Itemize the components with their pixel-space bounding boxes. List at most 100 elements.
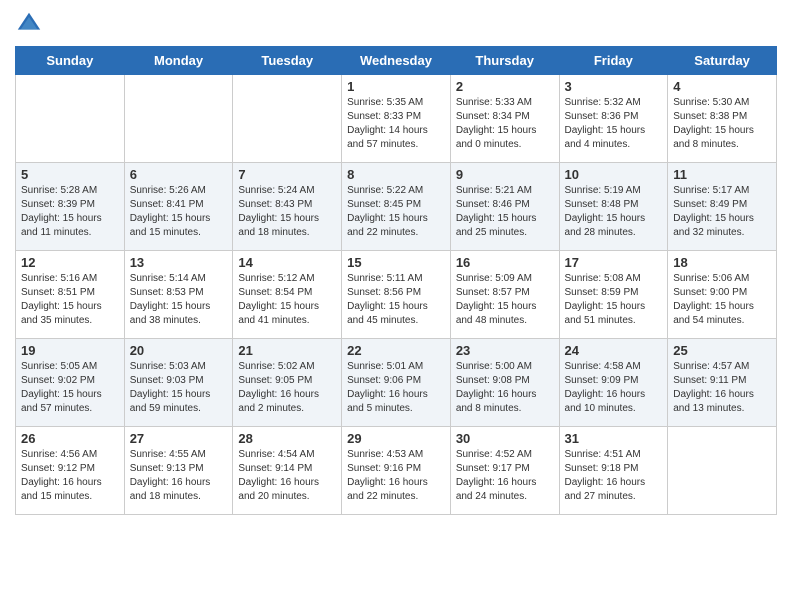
day-header-sunday: Sunday	[16, 47, 125, 75]
calendar-cell: 17 Sunrise: 5:08 AMSunset: 8:59 PMDayligh…	[559, 251, 668, 339]
calendar-cell: 3 Sunrise: 5:32 AMSunset: 8:36 PMDaylight…	[559, 75, 668, 163]
calendar-cell: 13Sunrise: 5:14 AMSunset: 8:53 PMDayligh…	[124, 251, 233, 339]
day-header-tuesday: Tuesday	[233, 47, 342, 75]
date-number: 11	[673, 167, 771, 182]
cell-sun-info: Sunrise: 5:01 AMSunset: 9:06 PMDaylight:…	[347, 360, 445, 416]
day-header-wednesday: Wednesday	[342, 47, 451, 75]
date-number: 14	[238, 255, 336, 270]
date-number: 16	[456, 255, 554, 270]
cell-sun-info: Sunrise: 4:53 AMSunset: 9:16 PMDaylight:…	[347, 448, 445, 504]
date-number: 9	[456, 167, 554, 182]
day-header-friday: Friday	[559, 47, 668, 75]
calendar-cell: 28 Sunrise: 4:54 AMSunset: 9:14 PMDayligh…	[233, 427, 342, 515]
date-number: 5	[21, 167, 119, 182]
cell-sun-info: Sunrise: 5:32 AMSunset: 8:36 PMDaylight:…	[565, 96, 663, 152]
date-number: 28	[238, 431, 336, 446]
calendar-cell: 21 Sunrise: 5:02 AMSunset: 9:05 PMDayligh…	[233, 339, 342, 427]
calendar-cell: 2 Sunrise: 5:33 AMSunset: 8:34 PMDaylight…	[450, 75, 559, 163]
cell-sun-info: Sunrise: 5:05 AMSunset: 9:02 PMDaylight:…	[21, 360, 119, 416]
cell-sun-info: Sunrise: 5:24 AMSunset: 8:43 PMDaylight:…	[238, 184, 336, 240]
cell-sun-info: Sunrise: 5:30 AMSunset: 8:38 PMDaylight:…	[673, 96, 771, 152]
date-number: 6	[130, 167, 228, 182]
cell-sun-info: Sunrise: 5:22 AMSunset: 8:45 PMDaylight:…	[347, 184, 445, 240]
calendar-cell: 4 Sunrise: 5:30 AMSunset: 8:38 PMDaylight…	[668, 75, 777, 163]
logo-icon	[15, 10, 43, 38]
date-number: 3	[565, 79, 663, 94]
day-header-thursday: Thursday	[450, 47, 559, 75]
calendar-cell: 1 Sunrise: 5:35 AMSunset: 8:33 PMDaylight…	[342, 75, 451, 163]
calendar-cell: 7 Sunrise: 5:24 AMSunset: 8:43 PMDaylight…	[233, 163, 342, 251]
cell-sun-info: Sunrise: 5:09 AMSunset: 8:57 PMDaylight:…	[456, 272, 554, 328]
day-header-monday: Monday	[124, 47, 233, 75]
calendar-cell: 8Sunrise: 5:22 AMSunset: 8:45 PMDaylight…	[342, 163, 451, 251]
calendar-cell: 18 Sunrise: 5:06 AMSunset: 9:00 PMDayligh…	[668, 251, 777, 339]
calendar-cell	[668, 427, 777, 515]
cell-sun-info: Sunrise: 5:28 AMSunset: 8:39 PMDaylight:…	[21, 184, 119, 240]
cell-sun-info: Sunrise: 4:58 AMSunset: 9:09 PMDaylight:…	[565, 360, 663, 416]
calendar-cell: 15 Sunrise: 5:11 AMSunset: 8:56 PMDayligh…	[342, 251, 451, 339]
cell-sun-info: Sunrise: 5:35 AMSunset: 8:33 PMDaylight:…	[347, 96, 445, 152]
cell-sun-info: Sunrise: 5:06 AMSunset: 9:00 PMDaylight:…	[673, 272, 771, 328]
cell-sun-info: Sunrise: 5:02 AMSunset: 9:05 PMDaylight:…	[238, 360, 336, 416]
calendar-cell: 20 Sunrise: 5:03 AMSunset: 9:03 PMDayligh…	[124, 339, 233, 427]
calendar-cell: 27 Sunrise: 4:55 AMSunset: 9:13 PMDayligh…	[124, 427, 233, 515]
date-number: 29	[347, 431, 445, 446]
cell-sun-info: Sunrise: 4:51 AMSunset: 9:18 PMDaylight:…	[565, 448, 663, 504]
calendar-cell: 10 Sunrise: 5:19 AMSunset: 8:48 PMDayligh…	[559, 163, 668, 251]
calendar-table: SundayMondayTuesdayWednesdayThursdayFrid…	[15, 46, 777, 515]
cell-sun-info: Sunrise: 4:57 AMSunset: 9:11 PMDaylight:…	[673, 360, 771, 416]
calendar-cell: 16 Sunrise: 5:09 AMSunset: 8:57 PMDayligh…	[450, 251, 559, 339]
week-row-3: 12Sunrise: 5:16 AMSunset: 8:51 PMDayligh…	[16, 251, 777, 339]
calendar-cell: 22Sunrise: 5:01 AMSunset: 9:06 PMDayligh…	[342, 339, 451, 427]
cell-sun-info: Sunrise: 5:12 AMSunset: 8:54 PMDaylight:…	[238, 272, 336, 328]
cell-sun-info: Sunrise: 5:33 AMSunset: 8:34 PMDaylight:…	[456, 96, 554, 152]
cell-sun-info: Sunrise: 5:00 AMSunset: 9:08 PMDaylight:…	[456, 360, 554, 416]
date-number: 30	[456, 431, 554, 446]
date-number: 18	[673, 255, 771, 270]
date-number: 31	[565, 431, 663, 446]
date-number: 17	[565, 255, 663, 270]
cell-sun-info: Sunrise: 5:16 AMSunset: 8:51 PMDaylight:…	[21, 272, 119, 328]
cell-sun-info: Sunrise: 4:55 AMSunset: 9:13 PMDaylight:…	[130, 448, 228, 504]
date-number: 19	[21, 343, 119, 358]
cell-sun-info: Sunrise: 5:11 AMSunset: 8:56 PMDaylight:…	[347, 272, 445, 328]
date-number: 4	[673, 79, 771, 94]
cell-sun-info: Sunrise: 5:08 AMSunset: 8:59 PMDaylight:…	[565, 272, 663, 328]
calendar-cell: 30Sunrise: 4:52 AMSunset: 9:17 PMDayligh…	[450, 427, 559, 515]
calendar-cell: 31 Sunrise: 4:51 AMSunset: 9:18 PMDayligh…	[559, 427, 668, 515]
calendar-cell	[233, 75, 342, 163]
date-number: 24	[565, 343, 663, 358]
calendar-cell: 29 Sunrise: 4:53 AMSunset: 9:16 PMDayligh…	[342, 427, 451, 515]
date-number: 10	[565, 167, 663, 182]
header-row: SundayMondayTuesdayWednesdayThursdayFrid…	[16, 47, 777, 75]
logo	[15, 10, 49, 38]
calendar-cell: 5 Sunrise: 5:28 AMSunset: 8:39 PMDaylight…	[16, 163, 125, 251]
cell-sun-info: Sunrise: 4:54 AMSunset: 9:14 PMDaylight:…	[238, 448, 336, 504]
cell-sun-info: Sunrise: 5:17 AMSunset: 8:49 PMDaylight:…	[673, 184, 771, 240]
calendar-cell: 26Sunrise: 4:56 AMSunset: 9:12 PMDayligh…	[16, 427, 125, 515]
calendar-cell	[16, 75, 125, 163]
calendar-cell	[124, 75, 233, 163]
calendar-cell: 9Sunrise: 5:21 AMSunset: 8:46 PMDaylight…	[450, 163, 559, 251]
date-number: 26	[21, 431, 119, 446]
cell-sun-info: Sunrise: 5:03 AMSunset: 9:03 PMDaylight:…	[130, 360, 228, 416]
week-row-2: 5 Sunrise: 5:28 AMSunset: 8:39 PMDaylight…	[16, 163, 777, 251]
calendar-cell: 25Sunrise: 4:57 AMSunset: 9:11 PMDayligh…	[668, 339, 777, 427]
cell-sun-info: Sunrise: 5:26 AMSunset: 8:41 PMDaylight:…	[130, 184, 228, 240]
calendar-cell: 11 Sunrise: 5:17 AMSunset: 8:49 PMDayligh…	[668, 163, 777, 251]
calendar-cell: 19 Sunrise: 5:05 AMSunset: 9:02 PMDayligh…	[16, 339, 125, 427]
date-number: 21	[238, 343, 336, 358]
calendar-cell: 24 Sunrise: 4:58 AMSunset: 9:09 PMDayligh…	[559, 339, 668, 427]
week-row-5: 26Sunrise: 4:56 AMSunset: 9:12 PMDayligh…	[16, 427, 777, 515]
calendar-cell: 23Sunrise: 5:00 AMSunset: 9:08 PMDayligh…	[450, 339, 559, 427]
date-number: 20	[130, 343, 228, 358]
cell-sun-info: Sunrise: 5:14 AMSunset: 8:53 PMDaylight:…	[130, 272, 228, 328]
date-number: 2	[456, 79, 554, 94]
day-header-saturday: Saturday	[668, 47, 777, 75]
date-number: 15	[347, 255, 445, 270]
date-number: 1	[347, 79, 445, 94]
calendar-cell: 6 Sunrise: 5:26 AMSunset: 8:41 PMDaylight…	[124, 163, 233, 251]
date-number: 7	[238, 167, 336, 182]
cell-sun-info: Sunrise: 5:19 AMSunset: 8:48 PMDaylight:…	[565, 184, 663, 240]
date-number: 27	[130, 431, 228, 446]
